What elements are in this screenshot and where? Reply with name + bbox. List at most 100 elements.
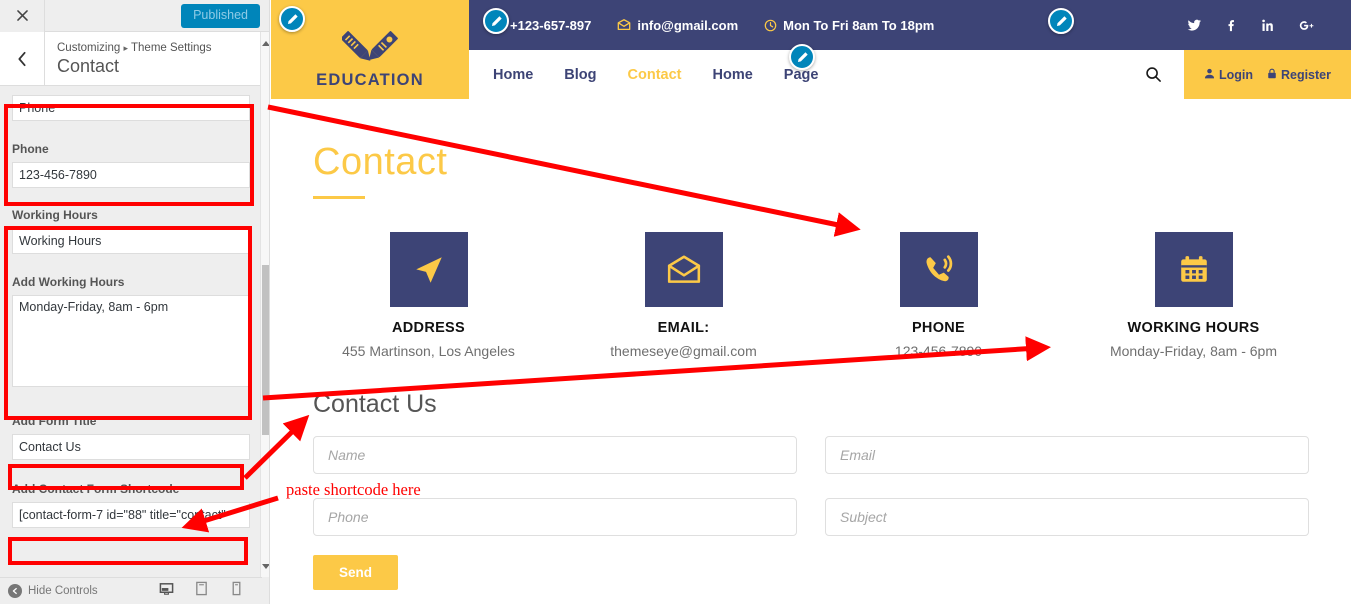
edit-pencil-icon[interactable] — [1048, 8, 1074, 34]
add-working-hours-field-label: Add Working Hours — [12, 275, 125, 289]
googleplus-icon[interactable] — [1298, 18, 1317, 33]
info-card-value: 455 Martinson, Los Angeles — [342, 343, 515, 359]
facebook-icon[interactable] — [1224, 18, 1239, 33]
hide-controls-label: Hide Controls — [28, 585, 98, 597]
search-icon[interactable] — [1123, 66, 1184, 83]
control-working-hours-value: Add Working Hours Monday-Friday, 8am - 6… — [12, 275, 250, 392]
login-label: Login — [1218, 67, 1253, 82]
nav-item-contact[interactable]: Contact — [628, 67, 682, 83]
linkedin-icon[interactable] — [1261, 18, 1276, 33]
customizer-header-text: Customizing ▸ Theme Settings Contact — [45, 41, 212, 77]
customizer-topbar: Published — [0, 0, 269, 32]
envelope-icon — [617, 18, 631, 32]
form-column-left — [313, 436, 797, 536]
nav-item-blog[interactable]: Blog — [564, 67, 596, 83]
topbar-phone-text: +123-657-897 — [510, 17, 592, 33]
info-card-email: EMAIL: themeseye@gmail.com — [556, 232, 811, 359]
info-card-phone: PHONE 123-456-7890 — [811, 232, 1066, 359]
nav-menu: Home Blog Contact Home Page — [469, 67, 818, 83]
chevron-left-icon[interactable] — [0, 32, 45, 85]
breadcrumb-root[interactable]: Customizing — [57, 42, 120, 54]
phone-input[interactable] — [313, 498, 797, 536]
info-card-title: WORKING HOURS — [1127, 320, 1260, 336]
info-card-working-hours: WORKING HOURS Monday-Friday, 8am - 6pm — [1066, 232, 1321, 359]
scroll-down-arrow-icon[interactable] — [261, 559, 269, 573]
customizer-footer: Hide Controls — [0, 577, 262, 604]
topbar-email[interactable]: info@gmail.com — [617, 18, 738, 33]
mobile-icon[interactable] — [229, 581, 244, 601]
info-card-value: 123-456-7890 — [894, 343, 983, 359]
publish-button[interactable]: Published — [181, 3, 260, 28]
close-icon[interactable] — [0, 0, 45, 32]
info-card-address: ADDRESS 455 Martinson, Los Angeles — [301, 232, 556, 359]
phone-ringing-icon — [899, 232, 978, 307]
breadcrumb-separator-icon: ▸ — [123, 42, 129, 53]
customizer-scrollbar[interactable] — [260, 32, 269, 577]
open-envelope-icon — [644, 232, 723, 307]
screenshot-root: Published Customizing ▸ Theme Settings C… — [0, 0, 1351, 604]
nav-right: Login Register — [1123, 50, 1351, 99]
scrollbar-thumb[interactable] — [262, 265, 269, 435]
add-form-title-field-label: Add Form Title — [12, 414, 97, 428]
breadcrumb-section[interactable]: Theme Settings — [131, 42, 212, 54]
add-shortcode-field-label: Add Contact Form Shortcode — [12, 482, 180, 496]
device-preview-switcher — [159, 581, 254, 601]
topbar-contact-strip: +123-657-897 info@gmail.com Mon To Fri 8… — [469, 0, 1351, 50]
phone-label-input[interactable] — [12, 95, 250, 121]
social-links — [1187, 18, 1351, 33]
hide-controls-button[interactable]: Hide Controls — [8, 584, 98, 598]
edit-pencil-icon[interactable] — [279, 6, 305, 32]
scroll-up-arrow-icon[interactable] — [261, 36, 269, 50]
edit-pencil-icon[interactable] — [789, 44, 815, 70]
control-phone-value: Phone — [12, 142, 250, 188]
phone-field-label: Phone — [12, 142, 49, 156]
name-input[interactable] — [313, 436, 797, 474]
nav-item-home-2[interactable]: Home — [713, 67, 753, 83]
info-card-title: ADDRESS — [392, 320, 465, 336]
tablet-icon[interactable] — [194, 581, 209, 601]
ruler-pencil-icon — [340, 12, 398, 67]
collapse-icon — [8, 584, 22, 598]
lock-icon — [1267, 68, 1277, 82]
control-form-title: Add Form Title — [12, 414, 250, 460]
topbar-hours: Mon To Fri 8am To 18pm — [764, 18, 934, 33]
contact-info-cards: ADDRESS 455 Martinson, Los Angeles EMAIL… — [271, 232, 1351, 359]
working-hours-label-input[interactable] — [12, 228, 250, 254]
control-working-hours-label: Working Hours — [12, 208, 250, 254]
contact-form — [271, 436, 1351, 536]
topbar-email-text: info@gmail.com — [637, 17, 739, 33]
form-title-input[interactable] — [12, 434, 250, 460]
logo-text: EDUCATION — [316, 70, 424, 89]
clock-icon — [764, 19, 777, 32]
user-icon — [1204, 68, 1215, 82]
edit-pencil-icon[interactable] — [483, 8, 509, 34]
control-phone-label — [12, 95, 250, 121]
form-column-right — [825, 436, 1309, 536]
phone-value-input[interactable] — [12, 162, 250, 188]
working-hours-field-label: Working Hours — [12, 208, 98, 222]
info-card-title: EMAIL: — [657, 320, 710, 336]
location-arrow-icon — [389, 232, 468, 307]
auth-buttons: Login Register — [1183, 50, 1351, 99]
working-hours-value-textarea[interactable]: Monday-Friday, 8am - 6pm — [12, 295, 250, 387]
contact-form-title: Contact Us — [313, 390, 437, 418]
title-underline — [313, 196, 365, 199]
desktop-icon[interactable] — [159, 581, 174, 601]
customizer-header: Customizing ▸ Theme Settings Contact — [0, 32, 262, 86]
send-button[interactable]: Send — [313, 555, 399, 590]
calendar-icon — [1154, 232, 1233, 307]
email-input[interactable] — [825, 436, 1309, 474]
site-preview: +123-657-897 info@gmail.com Mon To Fri 8… — [271, 0, 1351, 604]
preview-page-title: Contact — [313, 141, 448, 183]
customizer-sidebar: Published Customizing ▸ Theme Settings C… — [0, 0, 270, 604]
page-title: Contact — [57, 55, 120, 76]
register-button[interactable]: Register — [1267, 68, 1331, 82]
subject-input[interactable] — [825, 498, 1309, 536]
customizer-controls: Phone Working Hours Add Working Hours Mo… — [0, 87, 262, 577]
nav-item-home-1[interactable]: Home — [493, 67, 533, 83]
info-card-value: themeseye@gmail.com — [610, 343, 757, 359]
twitter-icon[interactable] — [1187, 18, 1202, 33]
shortcode-input[interactable] — [12, 502, 250, 528]
login-button[interactable]: Login — [1204, 68, 1253, 82]
info-card-title: PHONE — [911, 320, 966, 336]
